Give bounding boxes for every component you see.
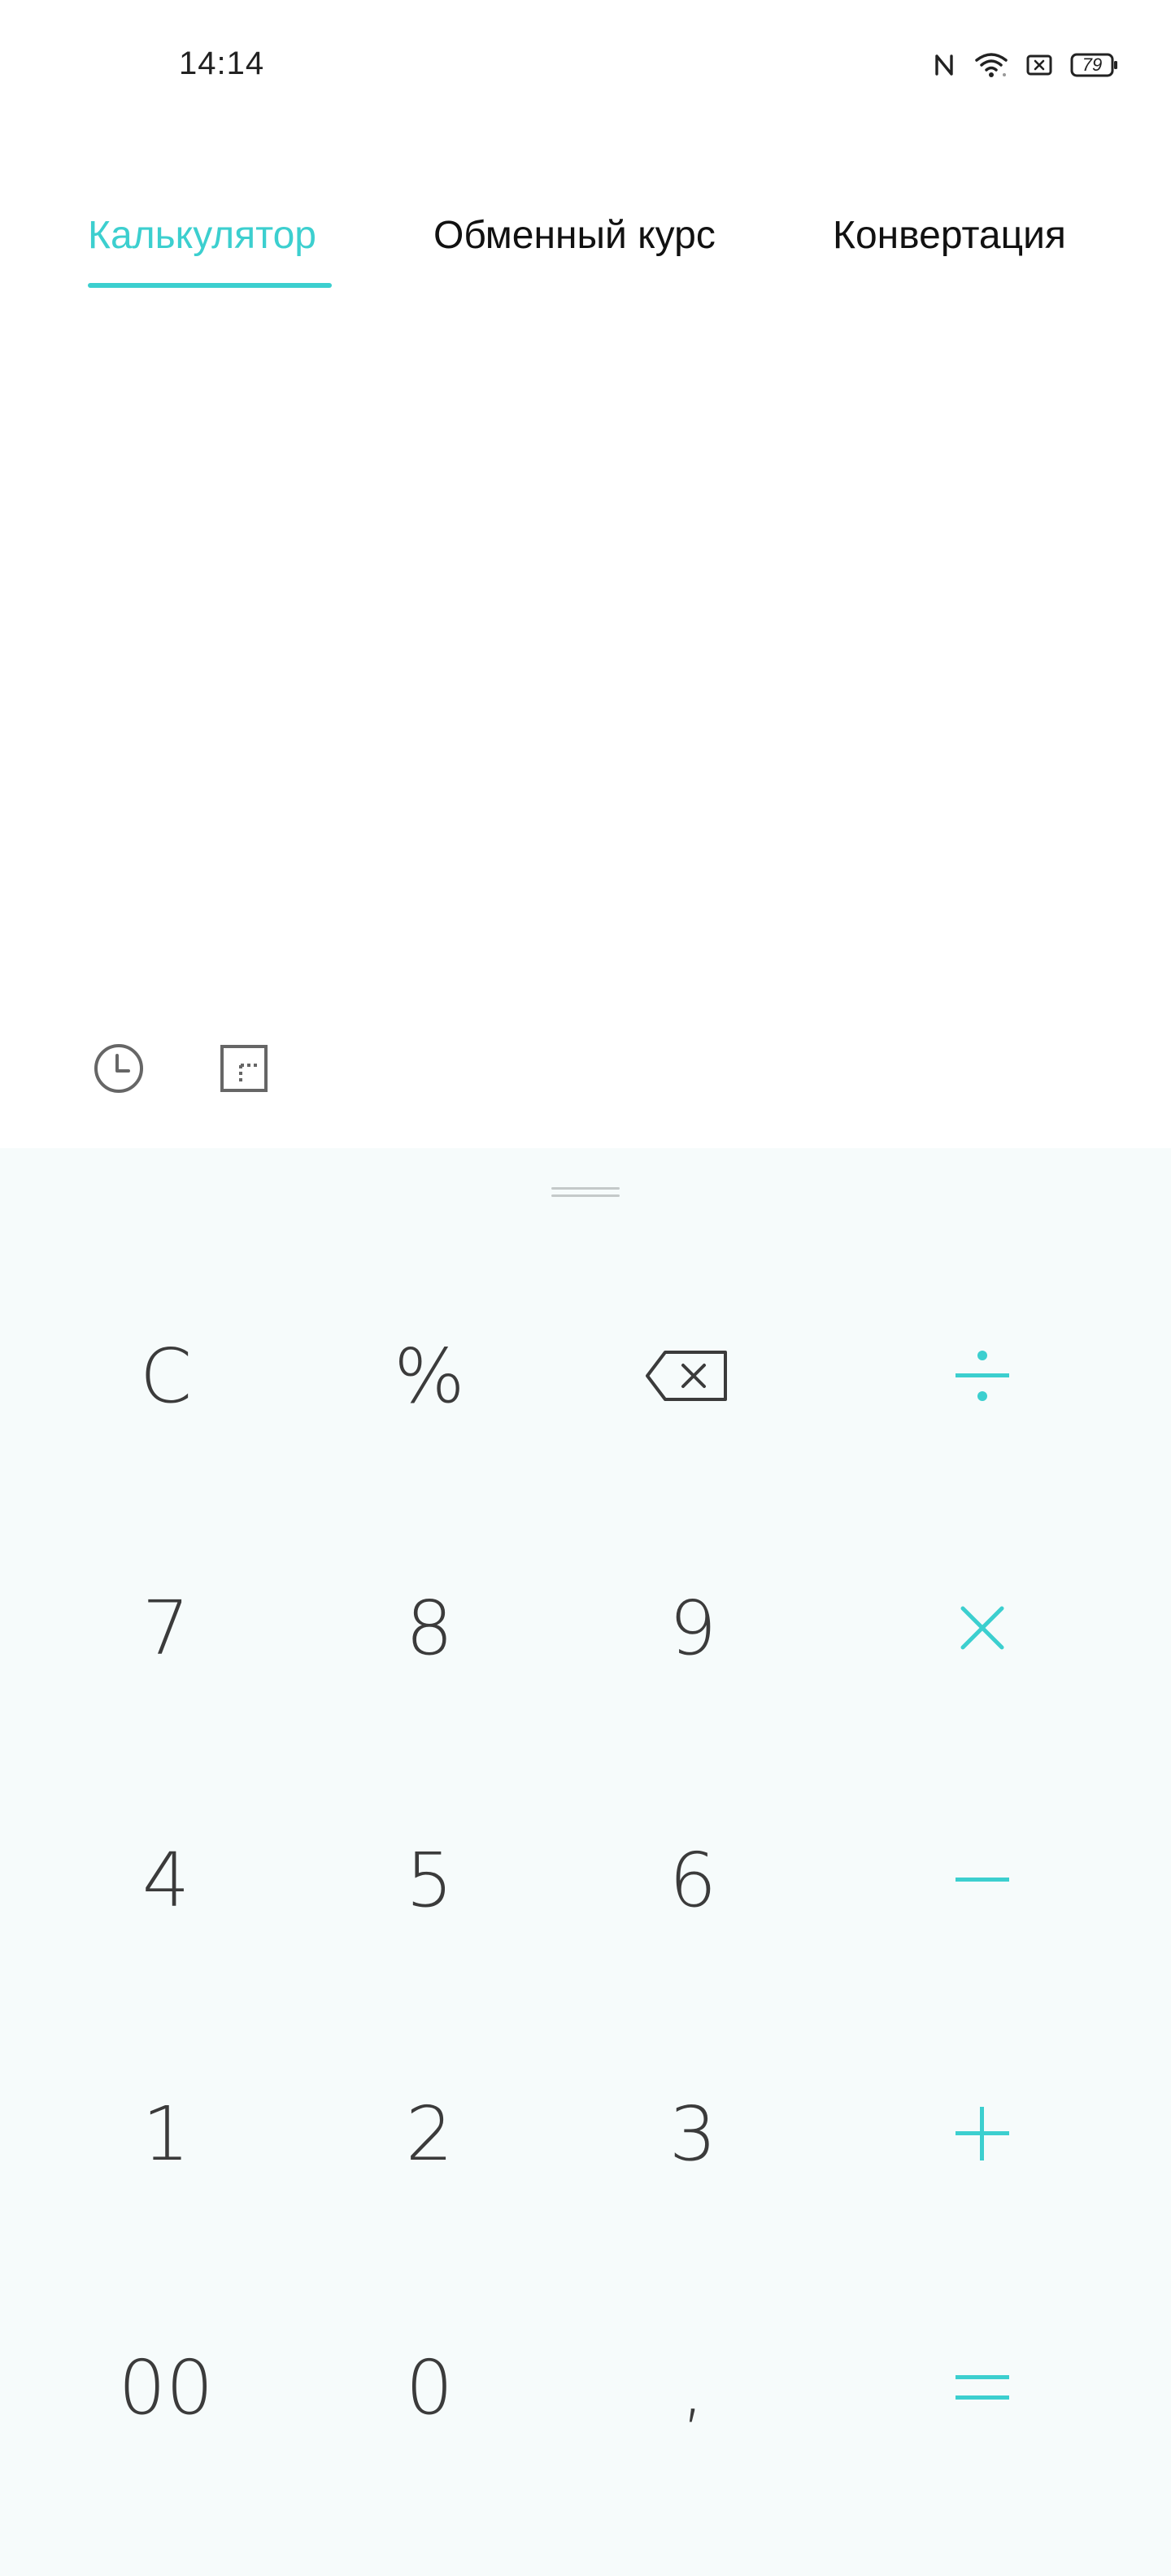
nfc-icon xyxy=(932,53,956,77)
battery-icon: 79 xyxy=(1070,53,1119,77)
backspace-key[interactable] xyxy=(589,1295,784,1457)
tab-conversion[interactable]: Конвертация xyxy=(833,213,1066,258)
percent-key[interactable]: % xyxy=(332,1295,527,1457)
digit-0-key[interactable]: 0 xyxy=(332,2306,527,2469)
digit-8-key[interactable]: 8 xyxy=(332,1547,527,1709)
keypad-panel: C % 7 8 9 4 5 6 1 2 3 00 0 , xyxy=(0,1148,1171,2576)
history-button[interactable] xyxy=(89,1041,148,1099)
tab-calculator[interactable]: Калькулятор xyxy=(88,213,316,258)
minus-icon xyxy=(954,1876,1011,1884)
digit-9-key[interactable]: 9 xyxy=(595,1547,790,1709)
equals-icon xyxy=(954,2371,1011,2404)
backspace-icon xyxy=(644,1349,729,1403)
scientific-mode-icon xyxy=(220,1044,268,1097)
status-bar: 14:14 79 xyxy=(0,0,1171,130)
tab-exchange-rate[interactable]: Обменный курс xyxy=(433,213,716,258)
digit-4-key[interactable]: 4 xyxy=(68,1799,263,1961)
digit-2-key[interactable]: 2 xyxy=(332,2052,527,2215)
clear-key[interactable]: C xyxy=(68,1295,263,1457)
multiply-icon xyxy=(958,1603,1007,1652)
scientific-mode-button[interactable] xyxy=(215,1041,273,1099)
digit-6-key[interactable]: 6 xyxy=(595,1799,790,1961)
status-time: 14:14 xyxy=(179,46,265,81)
sim-off-icon xyxy=(1026,54,1052,76)
digit-7-key[interactable]: 7 xyxy=(68,1547,263,1709)
calculator-display xyxy=(0,309,1171,1000)
divide-icon xyxy=(954,1346,1011,1406)
digit-3-key[interactable]: 3 xyxy=(595,2052,790,2215)
status-icons: 79 xyxy=(932,47,1119,83)
digit-5-key[interactable]: 5 xyxy=(332,1799,527,1961)
wifi-icon xyxy=(974,51,1008,79)
history-icon xyxy=(93,1042,145,1099)
battery-level: 79 xyxy=(1082,54,1103,75)
comma-key[interactable]: , xyxy=(595,2306,790,2469)
active-tab-indicator xyxy=(88,283,332,288)
divide-key[interactable] xyxy=(885,1295,1080,1457)
keypad-drag-handle[interactable] xyxy=(551,1184,620,1200)
plus-icon xyxy=(954,2105,1011,2162)
multiply-key[interactable] xyxy=(885,1547,1080,1709)
mode-tabs: Калькулятор Обменный курс Конвертация xyxy=(0,203,1171,301)
double-zero-key[interactable]: 00 xyxy=(68,2306,263,2469)
plus-key[interactable] xyxy=(885,2052,1080,2215)
equals-key[interactable] xyxy=(885,2306,1080,2469)
digit-1-key[interactable]: 1 xyxy=(68,2052,263,2215)
minus-key[interactable] xyxy=(885,1799,1080,1961)
